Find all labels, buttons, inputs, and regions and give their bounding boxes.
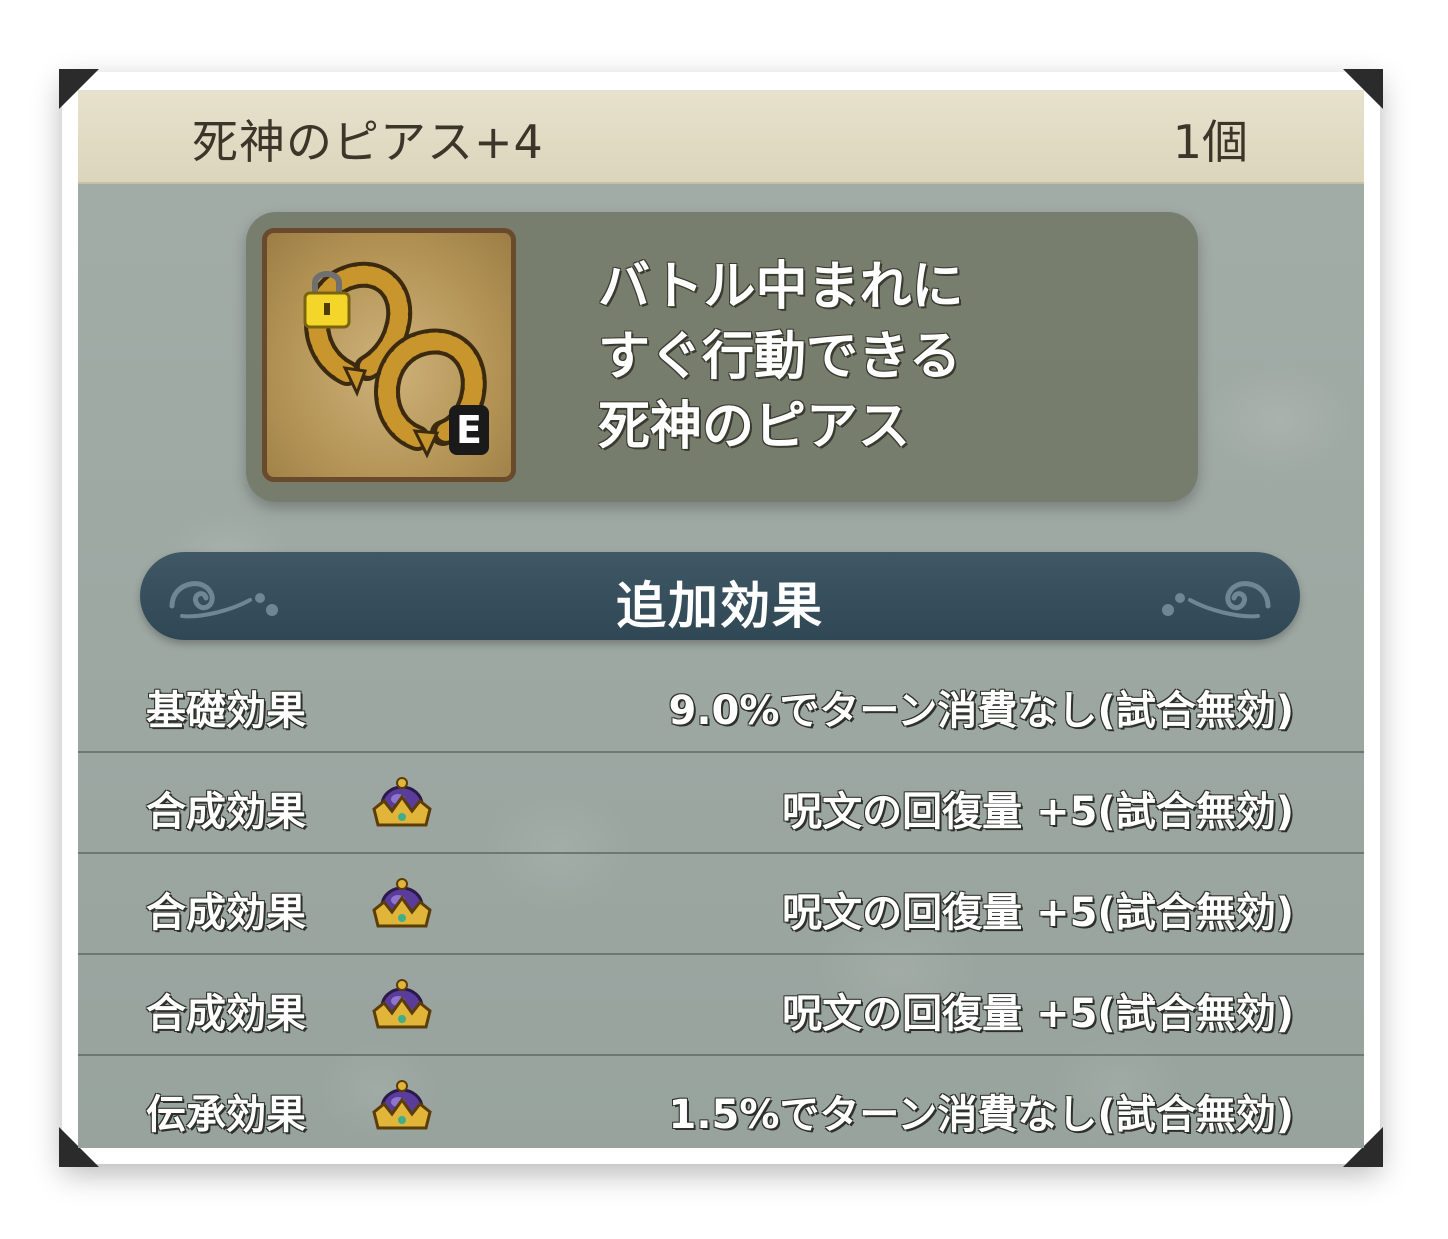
item-count: 1個 [1172,115,1248,169]
crown-icon [372,979,432,1029]
effect-row[interactable]: 合成効果 呪文の回復量 +5(試合無効) [78,955,1364,1056]
effect-label: 合成効果 [146,991,306,1037]
effect-label: 合成効果 [146,890,306,936]
effect-row[interactable]: 基礎効果 9.0%でターン消費なし(試合無効) [78,652,1364,753]
effects-list: 基礎効果 9.0%でターン消費なし(試合無効) 合成効果 呪文の回復量 +5(試… [78,652,1364,1148]
item-description: バトル中まれに すぐ行動できる 死神のピアス [598,252,1158,462]
effect-row[interactable]: 伝承効果 1.5%でターン消費なし(試合無効) [78,1056,1364,1148]
crown-icon [372,777,432,827]
section-title: 追加効果 [616,577,824,635]
effect-row[interactable]: 合成効果 呪文の回復量 +5(試合無効) [78,854,1364,955]
item-name: 死神のピアス+4 [192,115,544,169]
effect-value: 1.5%でターン消費なし(試合無効) [668,1092,1295,1138]
effect-row[interactable]: 合成効果 呪文の回復量 +5(試合無効) [78,753,1364,854]
item-icon-box[interactable]: E [262,228,516,482]
effect-value: 呪文の回復量 +5(試合無効) [782,890,1294,936]
effect-value: 9.0%でターン消費なし(試合無効) [668,688,1295,734]
item-detail-panel: 死神のピアス+4 1個 E バトル中まれに すぐ行動できる 死神のピアス 追加効… [78,90,1364,1148]
effect-label: 基礎効果 [146,688,306,734]
item-info-card: E バトル中まれに すぐ行動できる 死神のピアス [246,212,1198,502]
crown-icon [372,1080,432,1130]
item-title-bar: 死神のピアス+4 1個 [78,90,1364,184]
effect-value: 呪文の回復量 +5(試合無効) [782,789,1294,835]
additional-effects-header: 追加効果 [140,552,1300,640]
crown-icon [372,878,432,928]
description-line: バトル中まれに [598,257,964,317]
ornament-swirl-icon [1162,581,1271,619]
equipped-badge: E [449,405,489,455]
description-line: すぐ行動できる [598,327,961,387]
effect-value: 呪文の回復量 +5(試合無効) [782,991,1294,1037]
effect-label: 伝承効果 [146,1092,306,1138]
description-line: 死神のピアス [598,397,911,457]
effect-label: 合成効果 [146,789,306,835]
